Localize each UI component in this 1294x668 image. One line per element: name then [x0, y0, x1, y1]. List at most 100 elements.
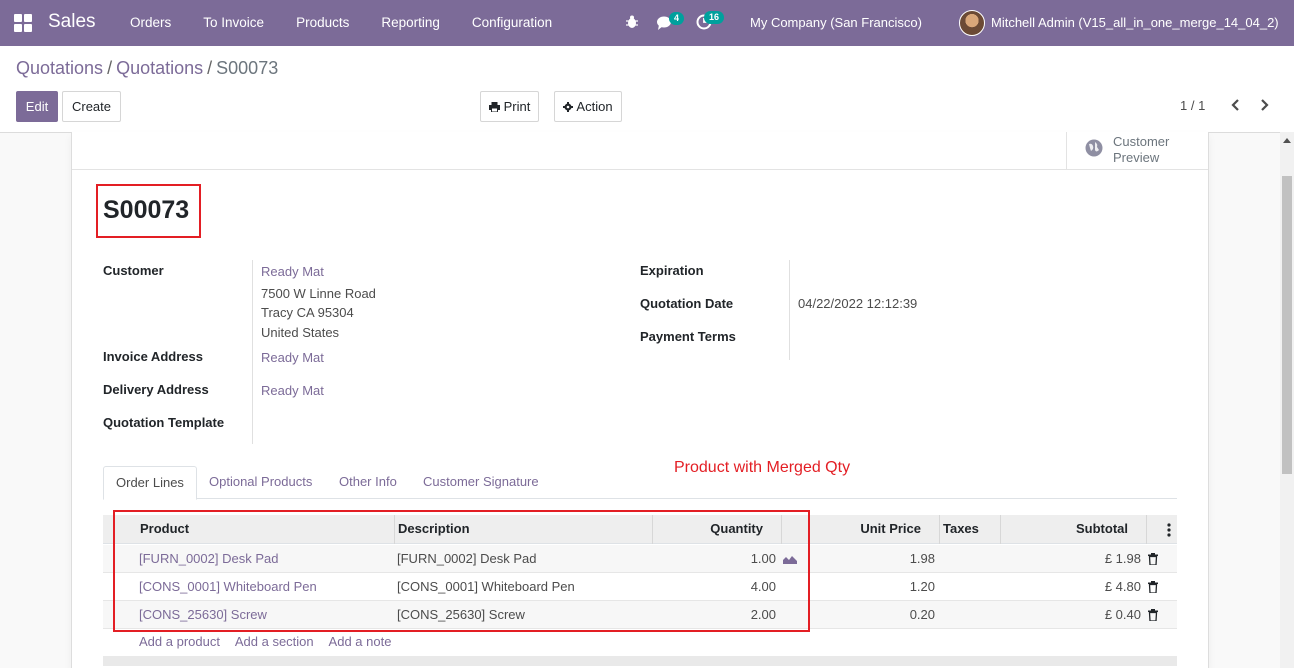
user-menu[interactable]: Mitchell Admin (V15_all_in_one_merge_14_… [991, 15, 1279, 30]
customer-preview-button[interactable]: Customer Preview [1066, 132, 1208, 170]
table-row[interactable]: [FURN_0002] Desk Pad [FURN_0002] Desk Pa… [103, 545, 1177, 573]
row-unit-price: 1.98 [909, 551, 935, 566]
row-subtotal: £ 1.98 [1104, 551, 1141, 566]
row-product[interactable]: [CONS_0001] Whiteboard Pen [139, 573, 317, 601]
column-header-product[interactable]: Product [140, 515, 189, 544]
tab-customer-signature[interactable]: Customer Signature [411, 466, 551, 499]
column-header-taxes[interactable]: Taxes [943, 515, 979, 544]
user-avatar[interactable] [959, 10, 985, 36]
print-button[interactable]: Print [480, 91, 539, 122]
add-note-link[interactable]: Add a note [329, 634, 392, 649]
app-brand[interactable]: Sales [48, 11, 96, 33]
notebook-tabs: Order Lines Optional Products Other Info… [103, 466, 1177, 500]
expiration-label: Expiration [640, 263, 704, 278]
pager-previous-icon[interactable] [1229, 96, 1243, 114]
debug-bug-icon[interactable] [626, 15, 638, 29]
activity-count-badge: 16 [704, 11, 725, 24]
menu-products[interactable]: Products [280, 0, 365, 46]
customer-label: Customer [103, 263, 164, 278]
company-switcher[interactable]: My Company (San Francisco) [750, 15, 922, 30]
customer-link[interactable]: Ready Mat [261, 264, 324, 279]
vertical-scrollbar[interactable] [1280, 132, 1294, 668]
pager-value[interactable]: 1 / 1 [1180, 98, 1205, 113]
customer-street: 7500 W Linne Road [261, 286, 376, 301]
column-separator [781, 515, 782, 544]
customer-country: United States [261, 325, 340, 340]
column-separator [113, 515, 114, 544]
customer-preview-label: Customer Preview [1113, 134, 1170, 165]
button-box: Customer Preview [72, 132, 1208, 170]
breadcrumb-separator: / [107, 58, 113, 78]
delivery-address-link[interactable]: Ready Mat [261, 383, 324, 398]
table-footer [103, 656, 1177, 666]
row-unit-price: 1.20 [909, 579, 935, 594]
top-navbar: Sales Orders To Invoice Products Reporti… [0, 0, 1294, 46]
gear-icon [563, 101, 574, 112]
print-icon [488, 101, 500, 112]
breadcrumb-current: S00073 [216, 58, 279, 78]
trash-icon[interactable] [1148, 581, 1158, 593]
column-separator [394, 515, 395, 544]
scrollbar-thumb[interactable] [1282, 176, 1292, 474]
create-button[interactable]: Create [62, 91, 121, 122]
quotation-date-value: 04/22/2022 12:12:39 [798, 296, 918, 311]
breadcrumb-separator: / [207, 58, 213, 78]
customer-city: Tracy CA 95304 [261, 305, 354, 320]
payment-terms-label: Payment Terms [640, 329, 736, 344]
row-description: [CONS_0001] Whiteboard Pen [397, 579, 575, 594]
invoice-address-link[interactable]: Ready Mat [261, 350, 324, 365]
row-subtotal: £ 0.40 [1104, 607, 1141, 622]
menu-configuration[interactable]: Configuration [456, 0, 568, 46]
row-description: [FURN_0002] Desk Pad [397, 551, 537, 566]
row-subtotal: £ 4.80 [1104, 579, 1141, 594]
table-header: Product Description Quantity Unit Price … [103, 515, 1177, 544]
trash-icon[interactable] [1148, 609, 1158, 621]
row-product[interactable]: [CONS_25630] Screw [139, 601, 267, 629]
action-button-label: Action [576, 99, 613, 114]
invoice-address-label: Invoice Address [103, 349, 203, 364]
messages-count-badge: 4 [669, 12, 685, 25]
optional-columns-icon[interactable] [1167, 523, 1171, 537]
row-product[interactable]: [FURN_0002] Desk Pad [139, 545, 278, 573]
add-product-link[interactable]: Add a product [139, 634, 220, 649]
trash-icon[interactable] [1148, 553, 1158, 565]
add-section-link[interactable]: Add a section [235, 634, 314, 649]
row-description: [CONS_25630] Screw [397, 607, 525, 622]
delivery-address-label: Delivery Address [103, 382, 209, 397]
quotation-date-label: Quotation Date [640, 296, 734, 311]
left-group-divider [252, 260, 253, 444]
menu-reporting[interactable]: Reporting [365, 0, 456, 46]
breadcrumb: Quotations / Quotations / S00073 [16, 58, 278, 79]
row-unit-price: 0.20 [909, 607, 935, 622]
menu-orders[interactable]: Orders [114, 0, 187, 46]
quotation-title: S00073 [103, 196, 190, 224]
menu-to-invoice[interactable]: To Invoice [187, 0, 280, 46]
row-quantity: 4.00 [750, 579, 776, 594]
right-group-divider [789, 260, 790, 360]
column-header-unit-price[interactable]: Unit Price [823, 515, 921, 544]
forecast-chart-icon[interactable] [783, 554, 797, 564]
row-quantity: 1.00 [750, 551, 776, 566]
column-separator [939, 515, 940, 544]
edit-button[interactable]: Edit [16, 91, 58, 122]
apps-menu-icon[interactable] [14, 14, 32, 32]
print-button-label: Print [503, 99, 531, 114]
column-separator [1146, 515, 1147, 544]
column-header-description[interactable]: Description [398, 515, 470, 544]
table-row[interactable]: [CONS_25630] Screw [CONS_25630] Screw 2.… [103, 601, 1177, 629]
column-header-quantity[interactable]: Quantity [663, 515, 763, 544]
quotation-template-label: Quotation Template [103, 415, 225, 430]
scroll-up-arrow-icon[interactable] [1283, 138, 1291, 143]
tab-optional-products[interactable]: Optional Products [197, 466, 324, 499]
tab-other-info[interactable]: Other Info [327, 466, 409, 499]
column-separator [1000, 515, 1001, 544]
table-row[interactable]: [CONS_0001] Whiteboard Pen [CONS_0001] W… [103, 573, 1177, 601]
breadcrumb-item-quotations-2[interactable]: Quotations [116, 58, 203, 79]
row-quantity: 2.00 [750, 607, 776, 622]
breadcrumb-item-quotations[interactable]: Quotations [16, 58, 103, 79]
column-header-subtotal[interactable]: Subtotal [1028, 515, 1128, 544]
pager-next-icon[interactable] [1257, 96, 1271, 114]
tab-order-lines[interactable]: Order Lines [103, 466, 197, 500]
column-separator [652, 515, 653, 544]
action-button[interactable]: Action [554, 91, 622, 122]
